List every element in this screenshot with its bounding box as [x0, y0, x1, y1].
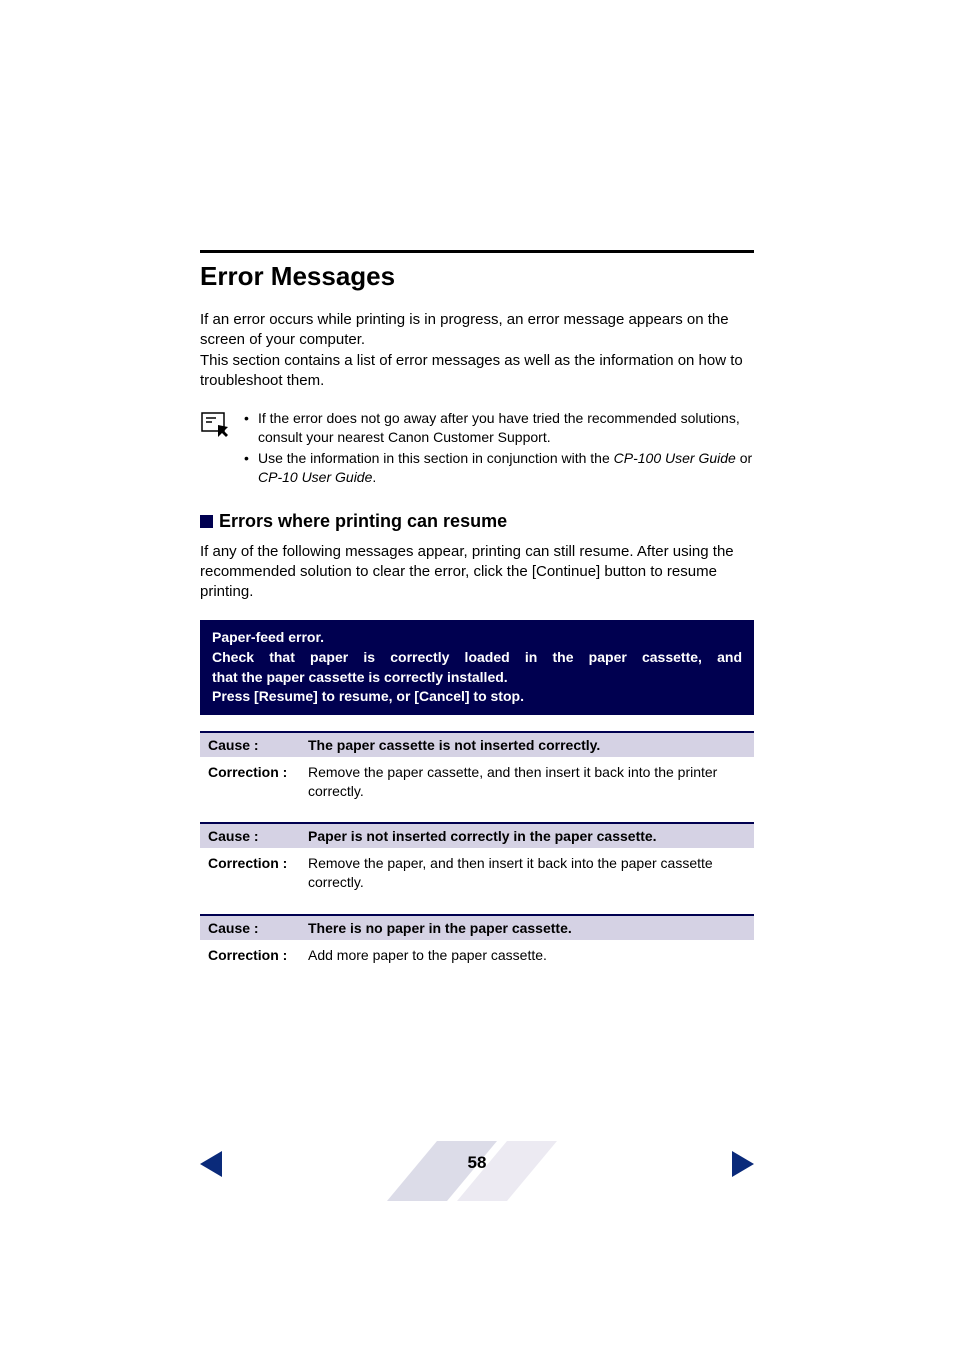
note-icon — [200, 411, 230, 441]
cause-text-1: The paper cassette is not inserted corre… — [308, 737, 600, 753]
correction-row-2: Correction : Remove the paper, and then … — [200, 848, 754, 898]
correction-label: Correction : — [208, 946, 308, 965]
error-line-2: Check that paper is correctly loaded in … — [212, 648, 742, 668]
note2-ref1: CP-100 User Guide — [614, 450, 736, 466]
section-rule — [200, 250, 754, 253]
section-title: Error Messages — [200, 261, 754, 292]
note-block: • If the error does not go away after yo… — [200, 409, 754, 489]
correction-row-3: Correction : Add more paper to the paper… — [200, 940, 754, 971]
next-page-button[interactable] — [732, 1151, 754, 1182]
error-line-1: Paper-feed error. — [212, 628, 742, 648]
subsection-header: Errors where printing can resume — [200, 511, 754, 532]
cause-row-2: Cause : Paper is not inserted correctly … — [200, 822, 754, 848]
square-marker-icon — [200, 515, 213, 528]
note2-prefix: Use the information in this section in c… — [258, 450, 614, 466]
note-text-1: If the error does not go away after you … — [258, 409, 754, 447]
cause-text-2: Paper is not inserted correctly in the p… — [308, 828, 657, 844]
note-text-2: Use the information in this section in c… — [258, 449, 754, 487]
error-message-box: Paper-feed error. Check that paper is co… — [200, 620, 754, 714]
note2-suffix: . — [372, 469, 376, 485]
cause-text-3: There is no paper in the paper cassette. — [308, 920, 572, 936]
cause-row-3: Cause : There is no paper in the paper c… — [200, 914, 754, 940]
correction-text-1: Remove the paper cassette, and then inse… — [308, 763, 746, 801]
page-footer: 58 — [0, 1141, 954, 1191]
correction-text-2: Remove the paper, and then insert it bac… — [308, 854, 746, 892]
error-line-3: Press [Resume] to resume, or [Cancel] to… — [212, 687, 742, 707]
correction-label: Correction : — [208, 763, 308, 801]
correction-label: Correction : — [208, 854, 308, 892]
error-line-2b: that the paper cassette is correctly ins… — [212, 668, 742, 688]
cause-label: Cause : — [208, 828, 308, 844]
intro-block: If an error occurs while printing is in … — [200, 310, 754, 391]
page-number: 58 — [468, 1153, 487, 1173]
subsection-intro: If any of the following messages appear,… — [200, 542, 754, 603]
cause-label: Cause : — [208, 920, 308, 936]
subsection-title: Errors where printing can resume — [219, 511, 507, 532]
cause-label: Cause : — [208, 737, 308, 753]
note-item-2: • Use the information in this section in… — [244, 449, 754, 487]
note-list: • If the error does not go away after yo… — [244, 409, 754, 489]
correction-text-3: Add more paper to the paper cassette. — [308, 946, 547, 965]
bullet-icon: • — [244, 409, 258, 447]
cause-row-1: Cause : The paper cassette is not insert… — [200, 731, 754, 757]
correction-row-1: Correction : Remove the paper cassette, … — [200, 757, 754, 807]
bullet-icon: • — [244, 449, 258, 487]
prev-page-button[interactable] — [200, 1151, 222, 1182]
note-item-1: • If the error does not go away after yo… — [244, 409, 754, 447]
note2-mid: or — [736, 450, 752, 466]
intro-paragraph-1: If an error occurs while printing is in … — [200, 310, 754, 351]
page-content: Error Messages If an error occurs while … — [0, 0, 954, 971]
note2-ref2: CP-10 User Guide — [258, 469, 372, 485]
intro-paragraph-2: This section contains a list of error me… — [200, 351, 754, 392]
